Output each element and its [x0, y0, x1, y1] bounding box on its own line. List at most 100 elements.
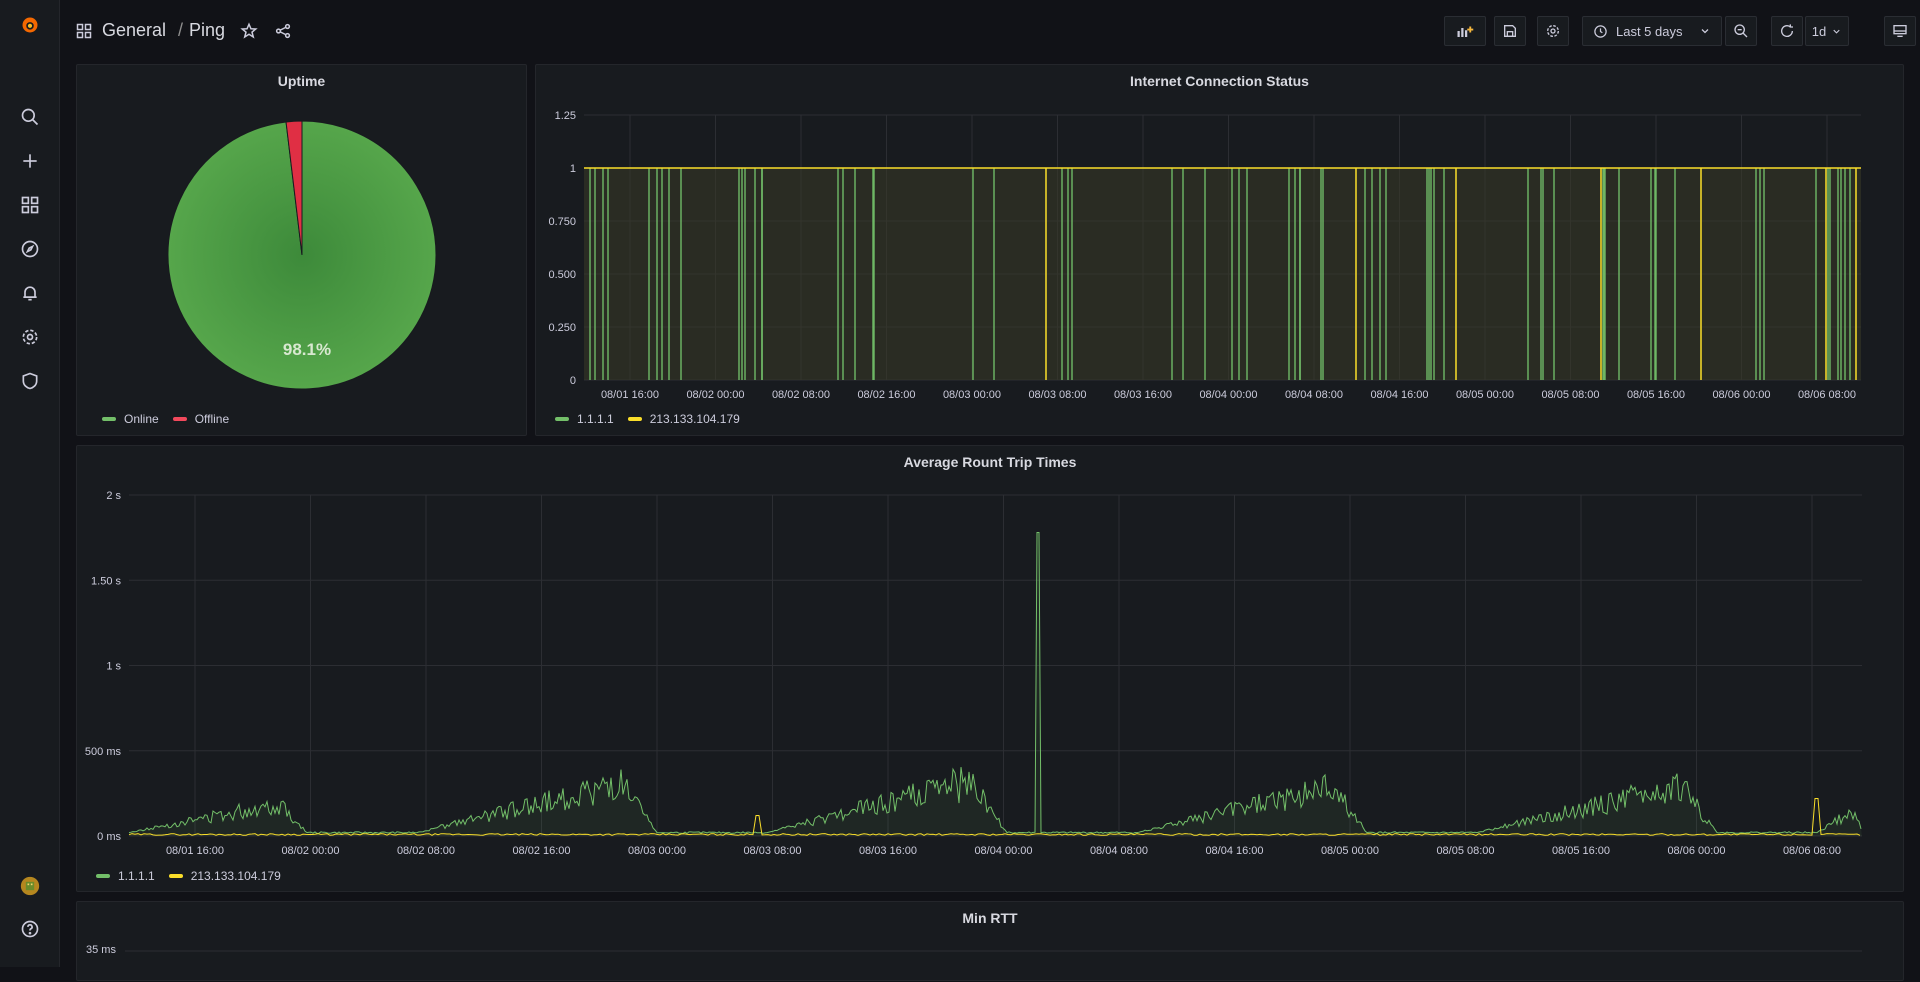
y-tick-label: 500 ms: [85, 746, 122, 758]
x-tick-label: 08/02 16:00: [512, 845, 570, 857]
dashboard-grid-icon: [76, 23, 92, 39]
legend-label: Offline: [194, 412, 230, 426]
refresh-icon: [1781, 24, 1794, 37]
add-panel-icon: [1457, 26, 1474, 37]
legend-swatch: [627, 417, 642, 421]
breadcrumb-folder[interactable]: General: [102, 20, 166, 41]
x-tick-label: 08/04 00:00: [974, 845, 1032, 857]
x-tick-label: 08/05 16:00: [1627, 389, 1685, 401]
legend-swatch: [555, 417, 569, 421]
monitor-icon: [1893, 24, 1907, 37]
explore-compass-icon[interactable]: [18, 237, 42, 261]
sidebar: [0, 0, 60, 967]
share-icon[interactable]: [274, 22, 292, 43]
legend-label: Online: [124, 412, 159, 426]
add-panel-button[interactable]: [1444, 16, 1486, 46]
x-tick-label: 08/06 08:00: [1798, 389, 1856, 401]
connection-status-chart: 0 0.250 0.500 0.750 1 1.25 08/01 16:00 08/02 00…: [548, 110, 1861, 401]
grafana-logo-icon[interactable]: [18, 13, 42, 37]
user-avatar[interactable]: [18, 874, 42, 898]
pie-value-label: 98.1%: [283, 340, 331, 359]
x-tick-label: 08/05 16:00: [1552, 845, 1610, 857]
x-tick-label: 08/03 16:00: [1114, 389, 1172, 401]
y-tick-label: 1: [570, 163, 576, 175]
refresh-interval-label: 1d: [1811, 23, 1827, 39]
refresh-interval-picker[interactable]: 1d: [1805, 16, 1849, 46]
y-tick-label: 1.25: [555, 110, 576, 122]
x-tick-label: 08/04 16:00: [1370, 389, 1428, 401]
x-tick-label: 08/02 00:00: [281, 845, 339, 857]
search-icon[interactable]: [18, 105, 42, 129]
rtt-legend: 1.1.1.1 213.133.104.179: [96, 869, 281, 883]
series-line-1-1-1-1: [128, 532, 1862, 835]
save-icon: [1504, 25, 1516, 37]
breadcrumb-dashboard[interactable]: Ping: [189, 20, 225, 41]
legend-item-offline[interactable]: Offline: [172, 412, 230, 426]
uptime-panel: Uptime 98.1% Online Offline: [76, 64, 527, 436]
y-tick-label: 0 ms: [97, 831, 121, 843]
x-tick-label: 08/06 08:00: [1783, 845, 1841, 857]
zoom-out-icon: [1734, 24, 1748, 38]
legend-swatch: [172, 417, 187, 421]
x-tick-label: 08/04 16:00: [1205, 845, 1263, 857]
save-dashboard-button[interactable]: [1494, 16, 1526, 46]
x-tick-label: 08/04 08:00: [1285, 389, 1343, 401]
shield-icon[interactable]: [18, 369, 42, 393]
legend-item-online[interactable]: Online: [102, 412, 159, 426]
y-tick-label: 0.250: [548, 322, 576, 334]
x-tick-label: 08/02 00:00: [686, 389, 744, 401]
dashboard-settings-button[interactable]: [1537, 16, 1569, 46]
connection-status-panel: Internet Connection Status 0 0.250 0.500 0.…: [535, 64, 1904, 436]
dashboards-icon[interactable]: [18, 193, 42, 217]
legend-item-1-1-1-1[interactable]: 1.1.1.1: [555, 412, 614, 426]
legend-label: 1.1.1.1: [118, 869, 155, 883]
x-tick-label: 08/03 16:00: [859, 845, 917, 857]
x-tick-label: 08/04 08:00: [1090, 845, 1148, 857]
x-tick-label: 08/01 16:00: [601, 389, 659, 401]
x-tick-label: 08/02 16:00: [857, 389, 915, 401]
refresh-button[interactable]: [1771, 16, 1803, 46]
x-tick-label: 08/02 08:00: [772, 389, 830, 401]
status-legend: 1.1.1.1 213.133.104.179: [555, 412, 740, 426]
clock-icon: [1594, 24, 1607, 38]
star-icon[interactable]: [240, 22, 258, 43]
x-tick-label: 08/03 00:00: [943, 389, 1001, 401]
legend-swatch: [102, 417, 116, 421]
legend-label: 213.133.104.179: [190, 869, 281, 883]
avg-rtt-chart: 0 ms 500 ms 1 s 1.50 s 2 s 08/01 16:00 08/02 0…: [85, 490, 1862, 857]
settings-gear-icon[interactable]: [18, 325, 42, 349]
x-tick-label: 08/05 00:00: [1456, 389, 1514, 401]
view-mode-button[interactable]: [1884, 16, 1916, 46]
gear-icon: [1547, 25, 1559, 37]
x-tick-label: 08/01 16:00: [166, 845, 224, 857]
alerting-bell-icon[interactable]: [18, 281, 42, 305]
time-range-picker[interactable]: Last 5 days: [1582, 16, 1722, 46]
x-tick-label: 08/03 08:00: [1028, 389, 1086, 401]
series-area-fill: [584, 168, 1861, 380]
legend-swatch: [168, 874, 183, 878]
help-icon[interactable]: [18, 917, 42, 941]
uptime-legend: Online Offline: [102, 412, 229, 426]
legend-item-213-133-104-179[interactable]: 213.133.104.179: [627, 412, 740, 426]
legend-label: 213.133.104.179: [649, 412, 740, 426]
y-tick-label: 0.500: [548, 269, 576, 281]
chevron-down-icon: [1833, 29, 1840, 34]
avg-rtt-panel: Average Rount Trip Times 0 ms 500 ms 1 s 1.…: [76, 445, 1904, 892]
legend-swatch: [96, 874, 110, 878]
x-tick-label: 08/03 00:00: [628, 845, 686, 857]
legend-item-1-1-1-1[interactable]: 1.1.1.1: [96, 869, 155, 883]
x-tick-label: 08/06 00:00: [1667, 845, 1725, 857]
x-tick-label: 08/05 08:00: [1541, 389, 1599, 401]
zoom-out-button[interactable]: [1725, 16, 1757, 46]
time-range-label: Last 5 days: [1616, 23, 1683, 39]
x-tick-label: 08/06 00:00: [1712, 389, 1770, 401]
min-rtt-chart: [125, 950, 1862, 952]
plus-icon[interactable]: [18, 149, 42, 173]
legend-item-213-133-104-179[interactable]: 213.133.104.179: [168, 869, 281, 883]
y-tick-label: 1.50 s: [91, 575, 121, 587]
y-tick-label: 0.750: [548, 216, 576, 228]
legend-label: 1.1.1.1: [577, 412, 614, 426]
x-tick-label: 08/05 00:00: [1321, 845, 1379, 857]
chevron-down-icon: [1701, 29, 1708, 34]
top-bar: General / Ping Last 5 days 1d: [60, 0, 1920, 62]
